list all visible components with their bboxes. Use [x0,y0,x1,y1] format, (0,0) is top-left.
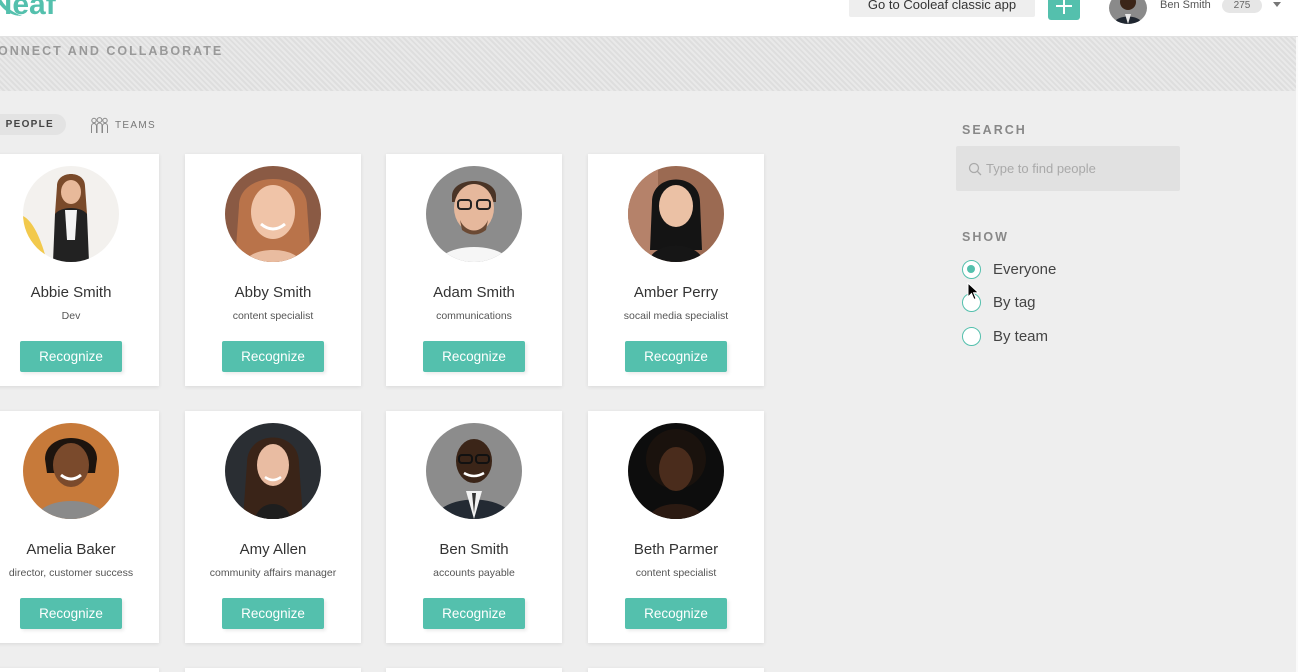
person-role: content specialist [635,567,717,579]
option-label: By tag [993,294,1036,311]
person-role: socail media specialist [623,310,729,322]
person-role: director, customer success [8,567,134,579]
search-label: SEARCH [962,123,1027,137]
avatar [426,423,522,519]
page-header: ONNECT AND COLLABORATE [0,37,1296,91]
recognize-button[interactable]: Recognize [222,598,324,629]
person-card [185,668,361,672]
avatar [225,166,321,262]
option-label: By team [993,328,1049,345]
person-role: Dev [61,310,81,322]
plus-icon [1056,0,1072,14]
avatar [426,166,522,262]
add-button[interactable] [1048,0,1080,20]
person-card [0,668,159,672]
show-option-everyone[interactable]: Everyone [962,260,1056,279]
teams-icon [91,116,108,133]
avatar [23,166,119,262]
person-name: Amber Perry [633,284,719,301]
person-card: Amber Perry socail media specialist Reco… [588,154,764,386]
svg-text:leaf: leaf [4,0,57,21]
search-icon [968,162,982,176]
person-card: Beth Parmer content specialist Recognize [588,411,764,643]
chevron-down-icon[interactable] [1273,2,1281,7]
person-name: Amy Allen [239,541,307,558]
avatar [628,423,724,519]
person-card [588,668,764,672]
tab-teams-label: TEAMS [115,119,156,131]
person-name: Amelia Baker [26,541,116,558]
option-label: Everyone [993,261,1057,278]
person-card: Amelia Baker director, customer success … [0,411,159,643]
recognize-button[interactable]: Recognize [423,341,525,372]
recognize-button[interactable]: Recognize [222,341,324,372]
radio-by-team[interactable] [962,327,981,346]
person-name: Adam Smith [433,284,515,301]
show-option-by-team[interactable]: By team [962,327,1048,346]
person-role: community affairs manager [209,567,337,579]
top-bar: leaf Go to Cooleaf classic app Ben Smith… [0,0,1298,37]
person-role: accounts payable [433,567,515,579]
classic-app-button[interactable]: Go to Cooleaf classic app [849,0,1035,17]
person-card: Amy Allen community affairs manager Reco… [185,411,361,643]
user-avatar[interactable] [1109,0,1147,24]
recognize-button[interactable]: Recognize [20,598,122,629]
search-input[interactable] [986,158,1166,178]
search-box[interactable] [956,146,1180,191]
user-name[interactable]: Ben Smith [1160,0,1211,11]
person-card: Abbie Smith Dev Recognize [0,154,159,386]
page-title: ONNECT AND COLLABORATE [0,44,224,58]
person-name: Ben Smith [439,541,509,558]
mouse-cursor-icon [967,282,980,301]
points-badge: 275 [1222,0,1262,13]
tab-teams[interactable]: TEAMS [90,116,156,134]
recognize-button[interactable]: Recognize [20,341,122,372]
person-card: Ben Smith accounts payable Recognize [386,411,562,643]
cooleaf-logo[interactable]: leaf [0,0,64,31]
person-card: Adam Smith communications Recognize [386,154,562,386]
show-label: SHOW [962,230,1009,244]
avatar [628,166,724,262]
person-name: Abby Smith [234,284,312,301]
recognize-button[interactable]: Recognize [625,341,727,372]
person-card: Abby Smith content specialist Recognize [185,154,361,386]
avatar [225,423,321,519]
radio-everyone[interactable] [962,260,981,279]
person-role: communications [436,310,512,322]
tab-people[interactable]: PEOPLE [0,114,66,135]
person-role: content specialist [232,310,314,322]
person-card [386,668,562,672]
recognize-button[interactable]: Recognize [625,598,727,629]
person-name: Abbie Smith [30,284,112,301]
recognize-button[interactable]: Recognize [423,598,525,629]
avatar [23,423,119,519]
person-name: Beth Parmer [633,541,719,558]
